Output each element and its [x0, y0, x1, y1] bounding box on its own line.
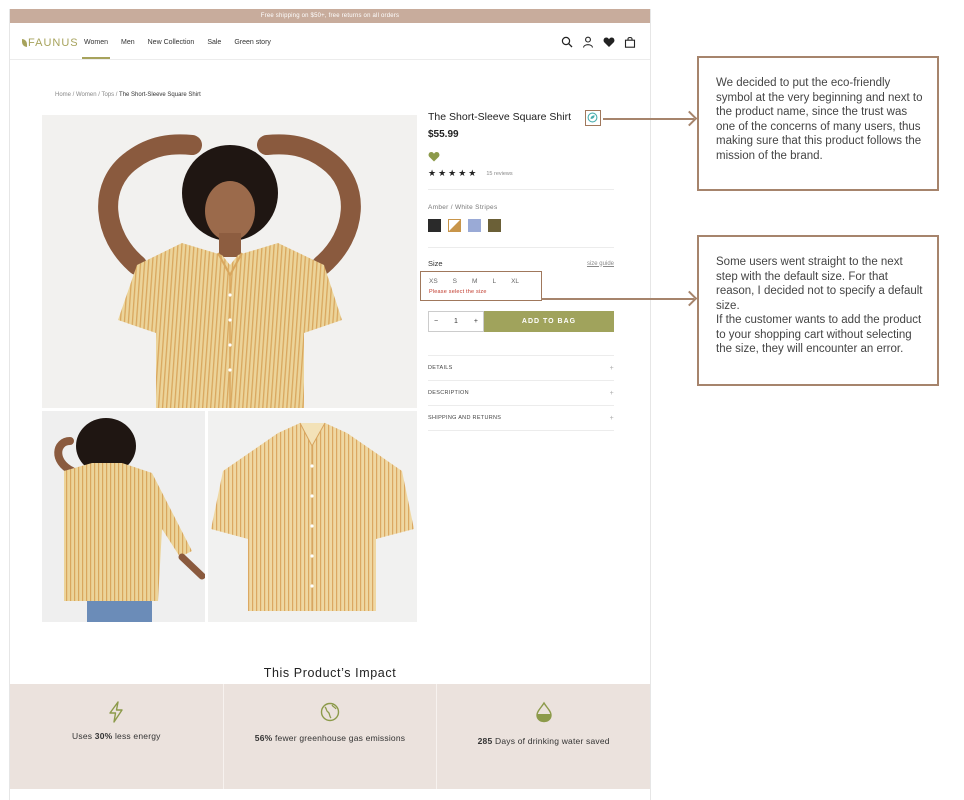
color-swatches	[428, 219, 614, 232]
globe-icon	[320, 702, 340, 722]
size-error-message: Please select the size	[429, 289, 487, 295]
accordion-details[interactable]: DETAILS +	[428, 356, 614, 381]
impact-emissions-text: 56% fewer greenhouse gas emissions	[254, 733, 406, 743]
qty-increment-button[interactable]: +	[474, 318, 478, 325]
nav-link-new-collection[interactable]: New Collection	[148, 39, 195, 46]
swatch-amber-white-selected[interactable]	[448, 219, 461, 232]
top-nav: FAUNUS Women Men New Collection Sale Gre…	[10, 23, 650, 60]
swatch-blue[interactable]	[468, 219, 481, 232]
impact-section: Uses 30% less energy 56% fewer greenhous…	[10, 684, 650, 789]
model-front-photo	[98, 134, 361, 408]
accordion-details-label: DETAILS	[428, 365, 453, 371]
breadcrumb-trail[interactable]: Home / Women / Tops /	[55, 92, 117, 98]
product-image-flat[interactable]	[208, 411, 417, 622]
search-icon[interactable]	[561, 35, 573, 48]
size-m[interactable]: M	[472, 278, 477, 285]
annotation-size-default: Some users went straight to the next ste…	[697, 235, 939, 386]
qty-decrement-button[interactable]: −	[434, 318, 438, 325]
accordion-shipping-label: SHIPPING AND RETURNS	[428, 415, 502, 421]
breadcrumb-current: The Short-Sleeve Square Shirt	[119, 92, 201, 98]
product-image-main[interactable]	[42, 115, 417, 408]
annotation-size-text-1: Some users went straight to the next ste…	[716, 256, 923, 312]
impact-water: 285 Days of drinking water saved	[437, 684, 650, 789]
size-xl[interactable]: XL	[511, 278, 519, 285]
nav-icons	[561, 35, 636, 48]
accordion-description-label: DESCRIPTION	[428, 390, 469, 396]
nav-link-sale[interactable]: Sale	[207, 39, 221, 46]
quantity-stepper: − 1 +	[428, 311, 484, 332]
size-guide-link[interactable]: size guide	[587, 261, 614, 267]
size-l[interactable]: L	[492, 278, 496, 285]
model-back-photo	[54, 418, 205, 622]
brand-logo[interactable]: FAUNUS	[22, 37, 79, 49]
nav-link-women[interactable]: Women	[82, 39, 110, 59]
size-s[interactable]: S	[453, 278, 457, 285]
color-label: Amber / White Stripes	[428, 204, 498, 211]
reviews-link[interactable]: 15 reviews	[486, 171, 512, 177]
size-selector-highlight: XS S M L XL Please select the size	[420, 271, 542, 301]
add-to-bag-button[interactable]: ADD TO BAG	[484, 311, 614, 332]
add-to-cart-row: − 1 + ADD TO BAG	[428, 311, 614, 332]
annotation-arrow-eco	[603, 118, 694, 120]
size-options: XS S M L XL	[429, 278, 519, 285]
promo-bar: Free shipping on $50+, free returns on a…	[10, 9, 650, 23]
annotation-eco-text: We decided to put the eco-friendly symbo…	[716, 77, 923, 162]
eco-leaf-icon	[587, 112, 598, 123]
add-to-wishlist-heart-icon[interactable]	[428, 149, 440, 162]
annotation-eco-symbol: We decided to put the eco-friendly symbo…	[697, 56, 939, 191]
account-icon[interactable]	[582, 35, 594, 48]
annotation-size-text-2: If the customer wants to add the product…	[716, 314, 922, 355]
accordion-description[interactable]: DESCRIPTION +	[428, 381, 614, 406]
impact-energy-text: Uses 30% less energy	[72, 731, 161, 741]
leaf-icon	[22, 39, 27, 47]
product-price: $55.99	[428, 129, 459, 140]
product-accordion: DETAILS + DESCRIPTION + SHIPPING AND RETUR…	[428, 355, 614, 431]
product-info: The Short-Sleeve Square Shirt $55.99 ★★★…	[420, 110, 614, 431]
impact-emissions: 56% fewer greenhouse gas emissions	[224, 684, 438, 789]
product-page: Free shipping on $50+, free returns on a…	[9, 9, 651, 800]
lightning-icon	[109, 701, 124, 723]
swatch-olive[interactable]	[488, 219, 501, 232]
impact-title: This Product’s Impact	[263, 666, 397, 680]
expand-plus-icon: +	[609, 364, 614, 372]
nav-links: Women Men New Collection Sale Green stor…	[82, 39, 271, 59]
size-xs[interactable]: XS	[429, 278, 438, 285]
swatch-black[interactable]	[428, 219, 441, 232]
annotation-arrow-size	[541, 298, 694, 300]
water-drop-icon	[535, 701, 552, 723]
eco-friendly-badge	[585, 110, 601, 126]
nav-link-green-story[interactable]: Green story	[234, 39, 271, 46]
divider	[428, 189, 614, 190]
product-image-back[interactable]	[42, 411, 205, 622]
divider	[428, 247, 614, 248]
expand-plus-icon: +	[609, 389, 614, 397]
expand-plus-icon: +	[609, 414, 614, 422]
nav-link-men[interactable]: Men	[121, 39, 135, 46]
size-header: Size size guide	[428, 259, 614, 268]
shirt-flatlay-photo	[211, 422, 414, 611]
size-title: Size	[428, 259, 443, 268]
rating[interactable]: ★★★★★ 15 reviews	[428, 168, 614, 179]
brand-name: FAUNUS	[28, 37, 79, 49]
accordion-shipping-returns[interactable]: SHIPPING AND RETURNS +	[428, 406, 614, 431]
wishlist-heart-icon[interactable]	[603, 35, 615, 47]
star-rating-icons: ★★★★★	[428, 168, 479, 178]
breadcrumb: Home / Women / Tops / The Short-Sleeve S…	[55, 92, 201, 98]
qty-value[interactable]: 1	[454, 318, 458, 325]
impact-energy: Uses 30% less energy	[10, 684, 224, 789]
bag-icon[interactable]	[624, 35, 636, 48]
impact-water-text: 285 Days of drinking water saved	[477, 736, 610, 746]
